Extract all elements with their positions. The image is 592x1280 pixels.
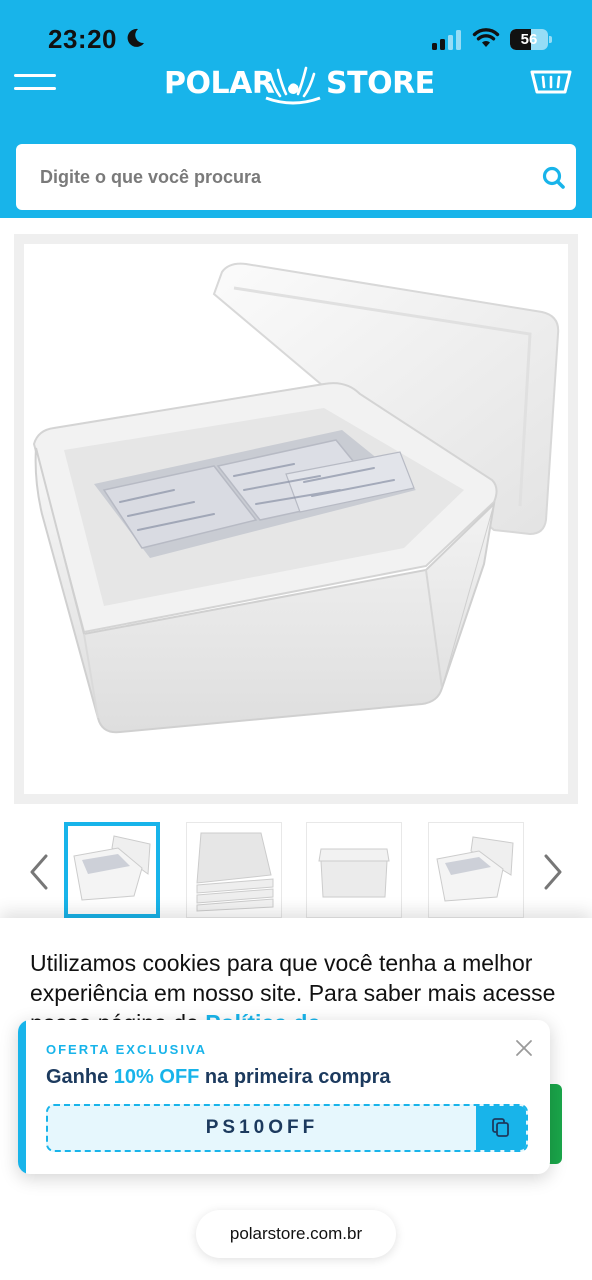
copy-code-button[interactable]: [476, 1106, 526, 1150]
search-bar: [16, 144, 576, 210]
close-icon[interactable]: [514, 1038, 534, 1058]
closed-cooler-thumbnail-icon: [318, 848, 390, 898]
search-input[interactable]: [40, 144, 510, 210]
thumbnail-4[interactable]: [428, 822, 524, 918]
hamburger-icon[interactable]: [14, 70, 58, 96]
search-icon[interactable]: [540, 164, 568, 192]
battery-level: 56: [520, 31, 538, 48]
thumbnail-3[interactable]: [306, 822, 402, 918]
battery-nub: [549, 36, 552, 43]
page: 23:20 56 POLAR STORE Digite o que você p…: [0, 0, 592, 1280]
thumbnail-strip: [0, 818, 592, 922]
wifi-icon: [472, 28, 500, 47]
coupon-headline-prefix: Ganhe: [46, 1066, 114, 1088]
url-text: polarstore.com.br: [229, 1224, 363, 1243]
coupon-code: PS10OFF: [205, 1117, 319, 1138]
copy-icon: [492, 1118, 509, 1137]
chevron-right-icon[interactable]: [542, 852, 566, 892]
brand-logo[interactable]: POLAR STORE: [164, 62, 435, 108]
basket-icon[interactable]: [530, 66, 572, 98]
coupon-eyebrow: OFERTA EXCLUSIVA: [46, 1042, 208, 1057]
status-time: 23:20: [48, 24, 117, 54]
cooler-thumbnail-icon: [73, 835, 151, 901]
coupon-popup: OFERTA EXCLUSIVA Ganhe 10% OFF na primei…: [18, 1020, 550, 1174]
browser-address-bar[interactable]: polarstore.com.br: [196, 1210, 396, 1258]
thumbnail-1[interactable]: [64, 822, 160, 918]
brand-name-right: STORE: [326, 66, 435, 101]
open-cooler-thumbnail-icon: [436, 836, 514, 902]
coupon-accent-stripe: [18, 1020, 26, 1174]
product-gallery: [14, 234, 578, 804]
product-image[interactable]: [24, 244, 568, 794]
cooler-box-image: [32, 262, 560, 734]
status-bar: 23:20 56: [0, 0, 592, 70]
thumbnail-2[interactable]: [186, 822, 282, 918]
site-header: 23:20 56 POLAR STORE Digite o que você p…: [0, 0, 592, 218]
brand-name-left: POLAR: [164, 66, 275, 101]
signal-icon: [432, 30, 461, 50]
panels-thumbnail-icon: [196, 832, 274, 912]
chevron-left-icon[interactable]: [26, 852, 50, 892]
coupon-code-box[interactable]: PS10OFF: [46, 1104, 528, 1152]
coupon-headline: Ganhe 10% OFF na primeira compra: [46, 1066, 391, 1089]
battery-icon: 56: [510, 29, 552, 50]
polar-bear-icon: [265, 66, 321, 105]
coupon-discount: 10% OFF: [113, 1066, 200, 1088]
moon-icon: [127, 28, 144, 47]
battery-body: 56: [510, 29, 548, 50]
coupon-headline-suffix: na primeira compra: [199, 1066, 391, 1088]
cookie-message: Utilizamos cookies para que você tenha a…: [30, 950, 533, 1006]
